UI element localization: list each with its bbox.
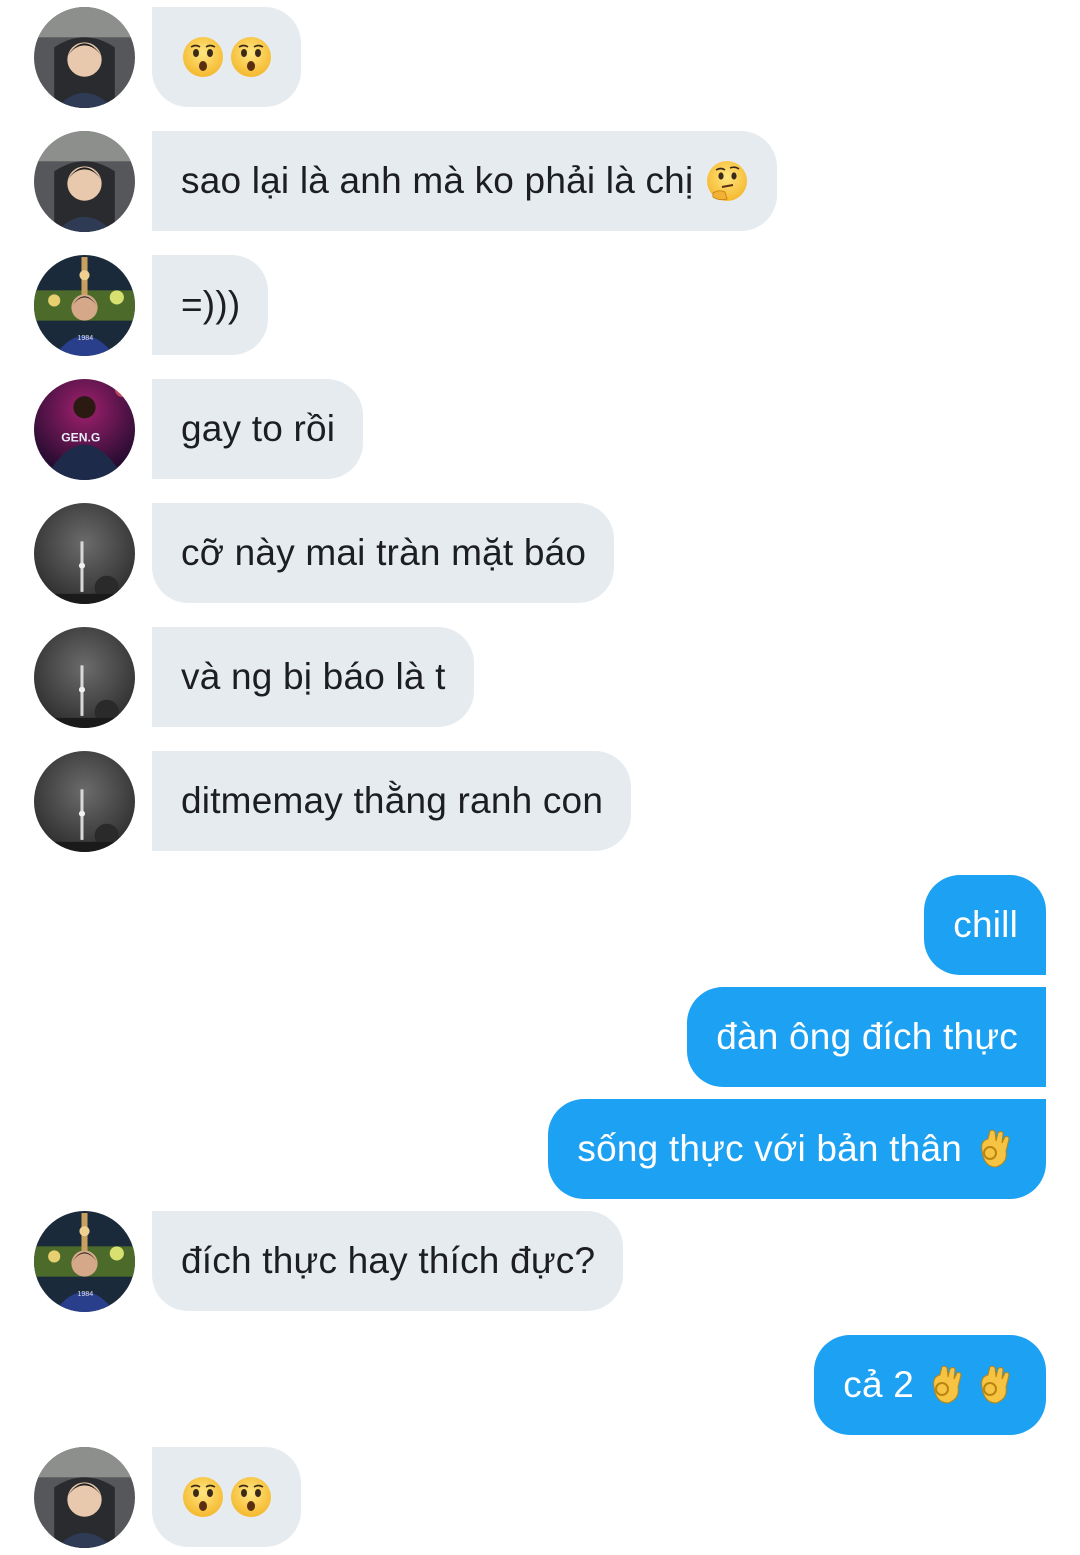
avatar-city-night-icon: 1984	[34, 255, 135, 356]
hushed-face-icon	[229, 35, 273, 79]
svg-text:GEN.G: GEN.G	[61, 431, 100, 445]
ok-hand-icon	[926, 1363, 970, 1407]
emoji-group	[181, 35, 273, 79]
message-bubble[interactable]: chill	[924, 875, 1046, 975]
message-bubble[interactable]	[152, 1447, 301, 1547]
message-bubble[interactable]: ditmemay thằng ranh con	[152, 751, 632, 851]
avatar[interactable]: GEN.G	[34, 379, 135, 480]
message-text: =)))	[181, 284, 241, 325]
message-bubble[interactable]: =)))	[152, 255, 269, 355]
message-row: cả 2	[0, 1335, 1080, 1435]
avatar[interactable]: 1984	[34, 1211, 135, 1312]
avatar[interactable]	[34, 7, 135, 108]
message-row: 1984 đích thực hay thích đực?	[0, 1211, 1080, 1312]
avatar[interactable]	[34, 751, 135, 852]
message-row: ditmemay thằng ranh con	[0, 751, 1080, 852]
avatar-gaming-chair-icon	[34, 7, 135, 108]
thinking-face-icon	[705, 159, 749, 203]
message-row	[0, 1447, 1080, 1548]
message-row: và ng bị báo là t	[0, 627, 1080, 728]
ok-hand-icon	[974, 1127, 1018, 1171]
message-text: sống thực với bản thân	[577, 1128, 962, 1169]
message-text: cỡ này mai tràn mặt báo	[181, 532, 587, 573]
avatar[interactable]	[34, 1447, 135, 1548]
avatar-gaming-chair-icon	[34, 1447, 135, 1548]
message-text: sao lại là anh mà ko phải là chị	[181, 160, 694, 201]
message-bubble[interactable]: gay to rồi	[152, 379, 364, 479]
hushed-face-icon	[181, 1475, 225, 1519]
message-text: cả 2	[843, 1364, 914, 1405]
message-bubble[interactable]: sao lại là anh mà ko phải là chị	[152, 131, 778, 231]
avatar-tower-dark-icon	[34, 627, 135, 728]
message-bubble[interactable]: đích thực hay thích đực?	[152, 1211, 624, 1311]
svg-text:1984: 1984	[77, 335, 93, 342]
hushed-face-icon	[229, 1475, 273, 1519]
avatar[interactable]	[34, 131, 135, 232]
avatar[interactable]: 1984	[34, 255, 135, 356]
message-bubble[interactable]: cả 2	[814, 1335, 1046, 1435]
message-bubble[interactable]: và ng bị báo là t	[152, 627, 474, 727]
message-row: sao lại là anh mà ko phải là chị	[0, 131, 1080, 232]
avatar-geng-jacket-icon: GEN.G	[34, 379, 135, 480]
message-bubble[interactable]	[152, 7, 301, 107]
hushed-face-icon	[181, 35, 225, 79]
message-row: sống thực với bản thân	[0, 1099, 1080, 1199]
message-row: đàn ông đích thực	[0, 987, 1080, 1087]
message-text: ditmemay thằng ranh con	[181, 780, 604, 821]
ok-hand-icon	[974, 1363, 1018, 1407]
message-row	[0, 7, 1080, 108]
message-row: cỡ này mai tràn mặt báo	[0, 503, 1080, 604]
message-row: 1984 =)))	[0, 255, 1080, 356]
avatar-tower-dark-icon	[34, 503, 135, 604]
avatar-gaming-chair-icon	[34, 131, 135, 232]
avatar[interactable]	[34, 503, 135, 604]
message-bubble[interactable]: sống thực với bản thân	[548, 1099, 1046, 1199]
avatar-city-night-icon: 1984	[34, 1211, 135, 1312]
message-text: chill	[953, 904, 1018, 945]
emoji-group	[181, 1475, 273, 1519]
avatar-tower-dark-icon	[34, 751, 135, 852]
message-row: GEN.G gay to rồi	[0, 379, 1080, 480]
avatar[interactable]	[34, 627, 135, 728]
message-bubble[interactable]: đàn ông đích thực	[687, 987, 1046, 1087]
message-text: và ng bị báo là t	[181, 656, 446, 697]
message-row: chill	[0, 875, 1080, 975]
message-text: đích thực hay thích đực?	[181, 1240, 596, 1281]
message-text: đàn ông đích thực	[716, 1016, 1018, 1057]
svg-text:1984: 1984	[77, 1291, 93, 1298]
message-bubble[interactable]: cỡ này mai tràn mặt báo	[152, 503, 615, 603]
message-text: gay to rồi	[181, 408, 336, 449]
